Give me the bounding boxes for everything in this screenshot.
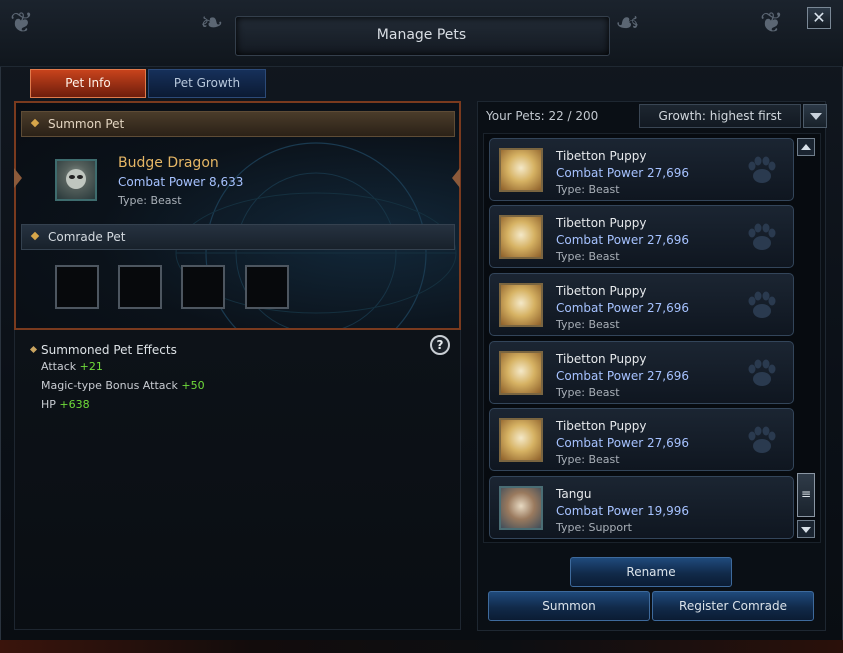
- tibetton-puppy-portrait-icon: [499, 215, 543, 259]
- comrade-slot-1[interactable]: [55, 265, 99, 309]
- tibetton-puppy-portrait-icon: [499, 148, 543, 192]
- bottom-edge: [0, 640, 843, 653]
- summon-pet-header: Summon Pet: [21, 111, 455, 137]
- effect-hp: HP +638: [41, 398, 90, 411]
- pet-name: Tangu: [556, 487, 592, 501]
- summoned-pet-name: Budge Dragon: [118, 155, 219, 171]
- tab-pet-growth[interactable]: Pet Growth: [148, 69, 266, 98]
- chevron-down-icon[interactable]: [803, 104, 827, 128]
- tangu-portrait-icon: [499, 486, 543, 530]
- sort-dropdown[interactable]: Growth: highest first: [639, 104, 801, 128]
- paw-icon: [748, 426, 776, 453]
- scroll-up-icon[interactable]: [797, 138, 815, 156]
- tibetton-puppy-portrait-icon: [499, 351, 543, 395]
- summoned-pet-portrait-icon[interactable]: [55, 159, 97, 201]
- next-pet-arrow-icon[interactable]: [452, 168, 460, 188]
- pet-combat-power: Combat Power 27,696: [556, 436, 689, 450]
- pet-combat-power: Combat Power 27,696: [556, 301, 689, 315]
- pet-count: Your Pets: 22 / 200: [486, 109, 599, 123]
- pet-list-item[interactable]: Tangu Combat Power 19,996 Type: Support: [489, 476, 794, 539]
- pet-name: Tibetton Puppy: [556, 419, 647, 433]
- summon-pet-label: Summon Pet: [48, 117, 125, 131]
- pet-list-item[interactable]: Tibetton Puppy Combat Power 27,696 Type:…: [489, 408, 794, 471]
- effect-value: +50: [181, 379, 205, 392]
- dragon-eye-icon: [77, 175, 83, 179]
- pet-type: Type: Support: [556, 521, 632, 534]
- rename-button[interactable]: Rename: [570, 557, 732, 587]
- tibetton-puppy-portrait-icon: [499, 418, 543, 462]
- tab-pet-info[interactable]: Pet Info: [30, 69, 146, 98]
- effect-value: +21: [79, 360, 103, 373]
- pet-name: Tibetton Puppy: [556, 284, 647, 298]
- summoned-pet-type: Type: Beast: [118, 194, 182, 207]
- register-comrade-button[interactable]: Register Comrade: [652, 591, 814, 621]
- effect-label: HP: [41, 398, 56, 411]
- pet-type: Type: Beast: [556, 386, 620, 399]
- effect-label: Attack: [41, 360, 77, 373]
- paw-icon: [748, 359, 776, 386]
- window-title: Manage Pets: [376, 27, 467, 43]
- pet-name: Tibetton Puppy: [556, 216, 647, 230]
- effect-magic-bonus-attack: Magic-type Bonus Attack +50: [41, 379, 205, 392]
- pet-type: Type: Beast: [556, 453, 620, 466]
- close-button[interactable]: ✕: [807, 7, 831, 29]
- pet-list-item[interactable]: Tibetton Puppy Combat Power 27,696 Type:…: [489, 138, 794, 201]
- prev-pet-arrow-icon[interactable]: [14, 168, 22, 188]
- comrade-slot-4[interactable]: [245, 265, 289, 309]
- pet-type: Type: Beast: [556, 183, 620, 196]
- tibetton-puppy-portrait-icon: [499, 283, 543, 327]
- comrade-slot-2[interactable]: [118, 265, 162, 309]
- help-icon[interactable]: ?: [430, 335, 450, 355]
- pet-list-item[interactable]: Tibetton Puppy Combat Power 27,696 Type:…: [489, 205, 794, 268]
- comrade-pet-header: Comrade Pet: [21, 224, 455, 250]
- comrade-pet-label: Comrade Pet: [48, 230, 126, 244]
- scroll-down-icon[interactable]: [797, 520, 815, 538]
- pet-type: Type: Beast: [556, 250, 620, 263]
- pet-combat-power: Combat Power 27,696: [556, 166, 689, 180]
- paw-icon: [748, 223, 776, 250]
- comrade-slot-3[interactable]: [181, 265, 225, 309]
- pet-name: Tibetton Puppy: [556, 352, 647, 366]
- effect-label: Magic-type Bonus Attack: [41, 379, 178, 392]
- pet-list-item[interactable]: Tibetton Puppy Combat Power 27,696 Type:…: [489, 341, 794, 404]
- diamond-icon: [30, 231, 40, 241]
- summoned-pet-combat-power: Combat Power 8,633: [118, 175, 244, 189]
- summon-button[interactable]: Summon: [488, 591, 650, 621]
- dragon-face-icon: [66, 169, 86, 189]
- paw-icon: [748, 291, 776, 318]
- pet-name: Tibetton Puppy: [556, 149, 647, 163]
- pet-list-item[interactable]: Tibetton Puppy Combat Power 27,696 Type:…: [489, 273, 794, 336]
- effects-panel: [14, 330, 461, 630]
- dragon-eye-icon: [69, 175, 75, 179]
- effect-value: +638: [59, 398, 90, 411]
- pet-combat-power: Combat Power 27,696: [556, 233, 689, 247]
- scrollbar-thumb[interactable]: ≡: [797, 473, 815, 517]
- pet-combat-power: Combat Power 19,996: [556, 504, 689, 518]
- effect-attack: Attack +21: [41, 360, 103, 373]
- paw-icon: [748, 156, 776, 183]
- diamond-icon: [30, 118, 40, 128]
- pet-combat-power: Combat Power 27,696: [556, 369, 689, 383]
- pet-type: Type: Beast: [556, 318, 620, 331]
- effects-title: Summoned Pet Effects: [41, 343, 177, 357]
